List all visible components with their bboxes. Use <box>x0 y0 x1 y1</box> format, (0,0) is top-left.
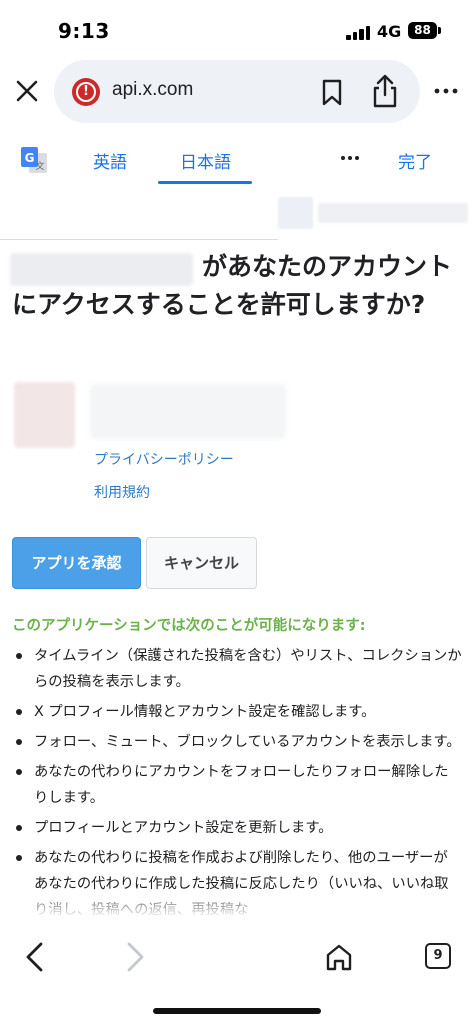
cancel-button[interactable]: キャンセル <box>146 537 257 589</box>
permissions-heading: このアプリケーションでは次のことが可能になります: <box>12 618 366 634</box>
back-icon[interactable] <box>20 940 50 974</box>
battery-icon: 88 <box>408 22 437 39</box>
bottom-toolbar: 9 <box>0 888 473 1024</box>
permission-item: X プロフィール情報とアカウント設定を確認します。 <box>12 699 462 725</box>
blurred-logo <box>278 197 313 229</box>
permission-item: フォロー、ミュート、ブロックしているアカウントを表示します。 <box>12 729 462 755</box>
site-warning-icon[interactable] <box>72 78 100 106</box>
blurred-header-text <box>318 203 468 223</box>
home-icon[interactable] <box>324 942 354 972</box>
page-title: があなたのアカウントにアクセスすることを許可しますか? <box>12 252 453 319</box>
permissions-list: タイムライン（保護された投稿を含む）やリスト、コレクションからの投稿を表示します… <box>12 643 462 927</box>
battery-tip <box>438 27 441 34</box>
permission-item: タイムライン（保護された投稿を含む）やリスト、コレクションからの投稿を表示します… <box>12 643 462 695</box>
close-icon[interactable] <box>12 76 42 106</box>
more-icon[interactable] <box>432 78 460 104</box>
tab-switcher-button[interactable]: 9 <box>425 943 451 969</box>
header-divider <box>0 239 278 240</box>
blurred-app-details <box>90 384 286 439</box>
svg-text:G: G <box>25 151 35 165</box>
privacy-policy-link[interactable]: プライバシーポリシー <box>94 449 234 469</box>
terms-link[interactable]: 利用規約 <box>94 482 150 502</box>
svg-text:文: 文 <box>35 160 44 172</box>
done-button[interactable]: 完了 <box>398 148 432 173</box>
tab-source-language[interactable]: 英語 <box>93 148 127 173</box>
app-avatar <box>14 382 75 448</box>
google-translate-icon[interactable]: G 文 <box>19 145 49 175</box>
active-tab-indicator <box>158 181 252 184</box>
tab-target-language[interactable]: 日本語 <box>180 148 231 173</box>
status-bar: 9:13 4G 88 <box>0 0 473 56</box>
address-bar[interactable]: api.x.com <box>54 60 420 123</box>
network-type: 4G <box>377 22 402 41</box>
share-icon[interactable] <box>368 73 402 109</box>
signal-icon <box>346 24 372 40</box>
translate-bar: G 文 英語 日本語 完了 <box>0 136 473 184</box>
permission-item: あなたの代わりにアカウントをフォローしたりフォロー解除したりします。 <box>12 759 462 811</box>
permission-item: プロフィールとアカウント設定を更新します。 <box>12 815 462 841</box>
status-time: 9:13 <box>58 19 110 43</box>
approve-app-button[interactable]: アプリを承認 <box>12 537 141 589</box>
bookmark-icon[interactable] <box>318 77 346 107</box>
translate-more-icon[interactable] <box>338 146 362 170</box>
forward-icon[interactable] <box>120 940 150 974</box>
url-text[interactable]: api.x.com <box>112 79 193 101</box>
home-indicator <box>153 1008 321 1014</box>
